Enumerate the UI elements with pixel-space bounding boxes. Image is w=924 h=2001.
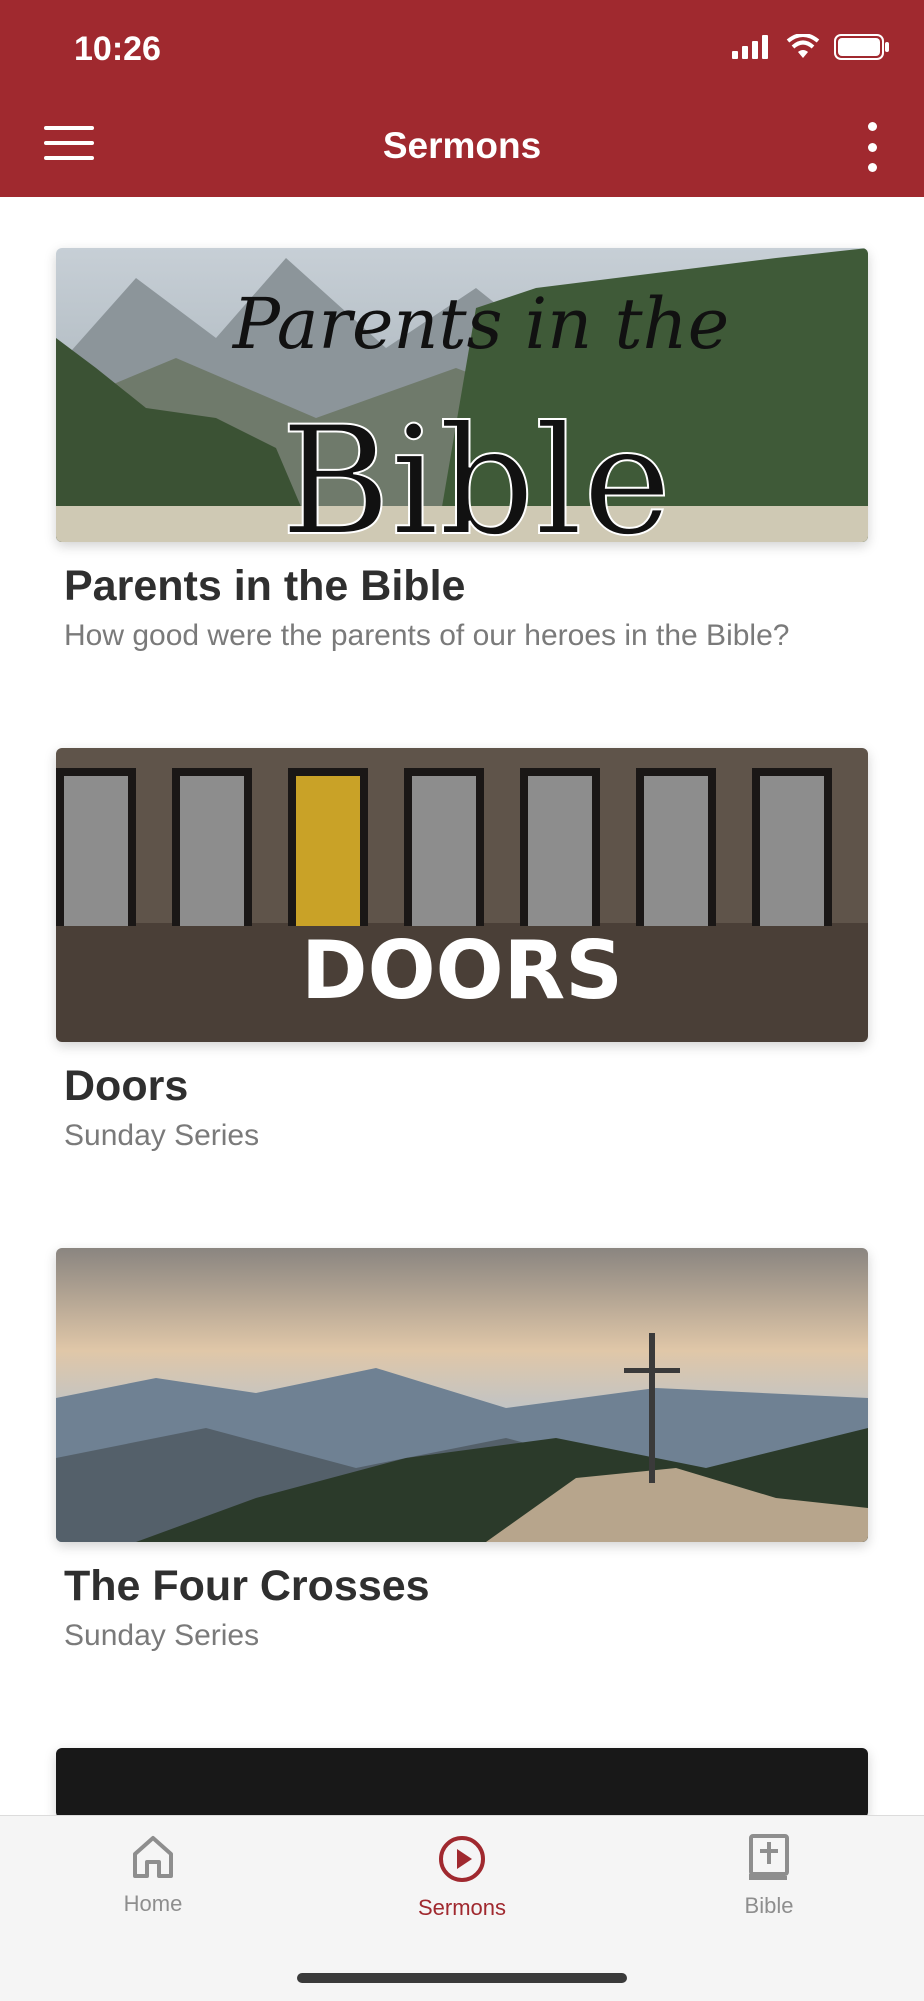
sermon-card-image[interactable] [56, 1248, 868, 1542]
sermon-card[interactable]: DOORS Doors Sunday Series [56, 748, 868, 1153]
status-icons [732, 34, 890, 60]
sermon-subtitle: How good were the parents of our heroes … [64, 619, 790, 652]
sermon-subtitle: Sunday Series [64, 1119, 260, 1152]
wifi-icon [786, 34, 820, 58]
tab-label: Home [123, 1891, 183, 1916]
play-circle-icon [439, 1836, 485, 1882]
cross-landscape-artwork [56, 1248, 868, 1542]
home-icon [133, 1836, 173, 1878]
doors-artwork: DOORS [56, 748, 868, 1042]
sermon-card-image[interactable] [56, 1748, 868, 1818]
status-time: 10:26 [74, 30, 161, 68]
tab-bible[interactable]: Bible [669, 1834, 869, 1919]
page-title: Sermons [382, 125, 542, 166]
sermon-title: Doors [64, 1062, 189, 1110]
artwork-doors-text: DOORS [301, 924, 623, 1017]
battery-icon [834, 34, 889, 60]
tab-label: Sermons [417, 1895, 507, 1920]
home-indicator [297, 1973, 627, 1983]
more-options-button[interactable] [864, 122, 880, 172]
sermon-card-image[interactable]: DOORS [56, 748, 868, 1042]
cellular-signal-icon [732, 35, 768, 59]
sermon-card-image[interactable]: Parents in the Bible [56, 248, 868, 542]
app-header: 10:26 Sermons [0, 0, 924, 197]
sermon-subtitle: Sunday Series [64, 1619, 260, 1652]
mountain-forest-artwork: Parents in the Bible [56, 248, 868, 542]
tab-label: Bible [744, 1893, 794, 1918]
sermon-card[interactable] [56, 1748, 868, 1818]
tab-sermons[interactable]: Sermons [362, 1834, 562, 1921]
sermon-title: The Four Crosses [64, 1562, 430, 1610]
bible-icon [749, 1834, 789, 1880]
tab-home[interactable]: Home [53, 1834, 253, 1917]
sermon-card[interactable]: Parents in the Bible Parents in the Bibl… [56, 248, 868, 653]
artwork-bible-text: Bible [281, 395, 672, 542]
sermon-card[interactable]: The Four Crosses Sunday Series [56, 1248, 868, 1653]
sermon-title: Parents in the Bible [64, 562, 466, 610]
artwork-script-text: Parents in the [231, 283, 729, 365]
